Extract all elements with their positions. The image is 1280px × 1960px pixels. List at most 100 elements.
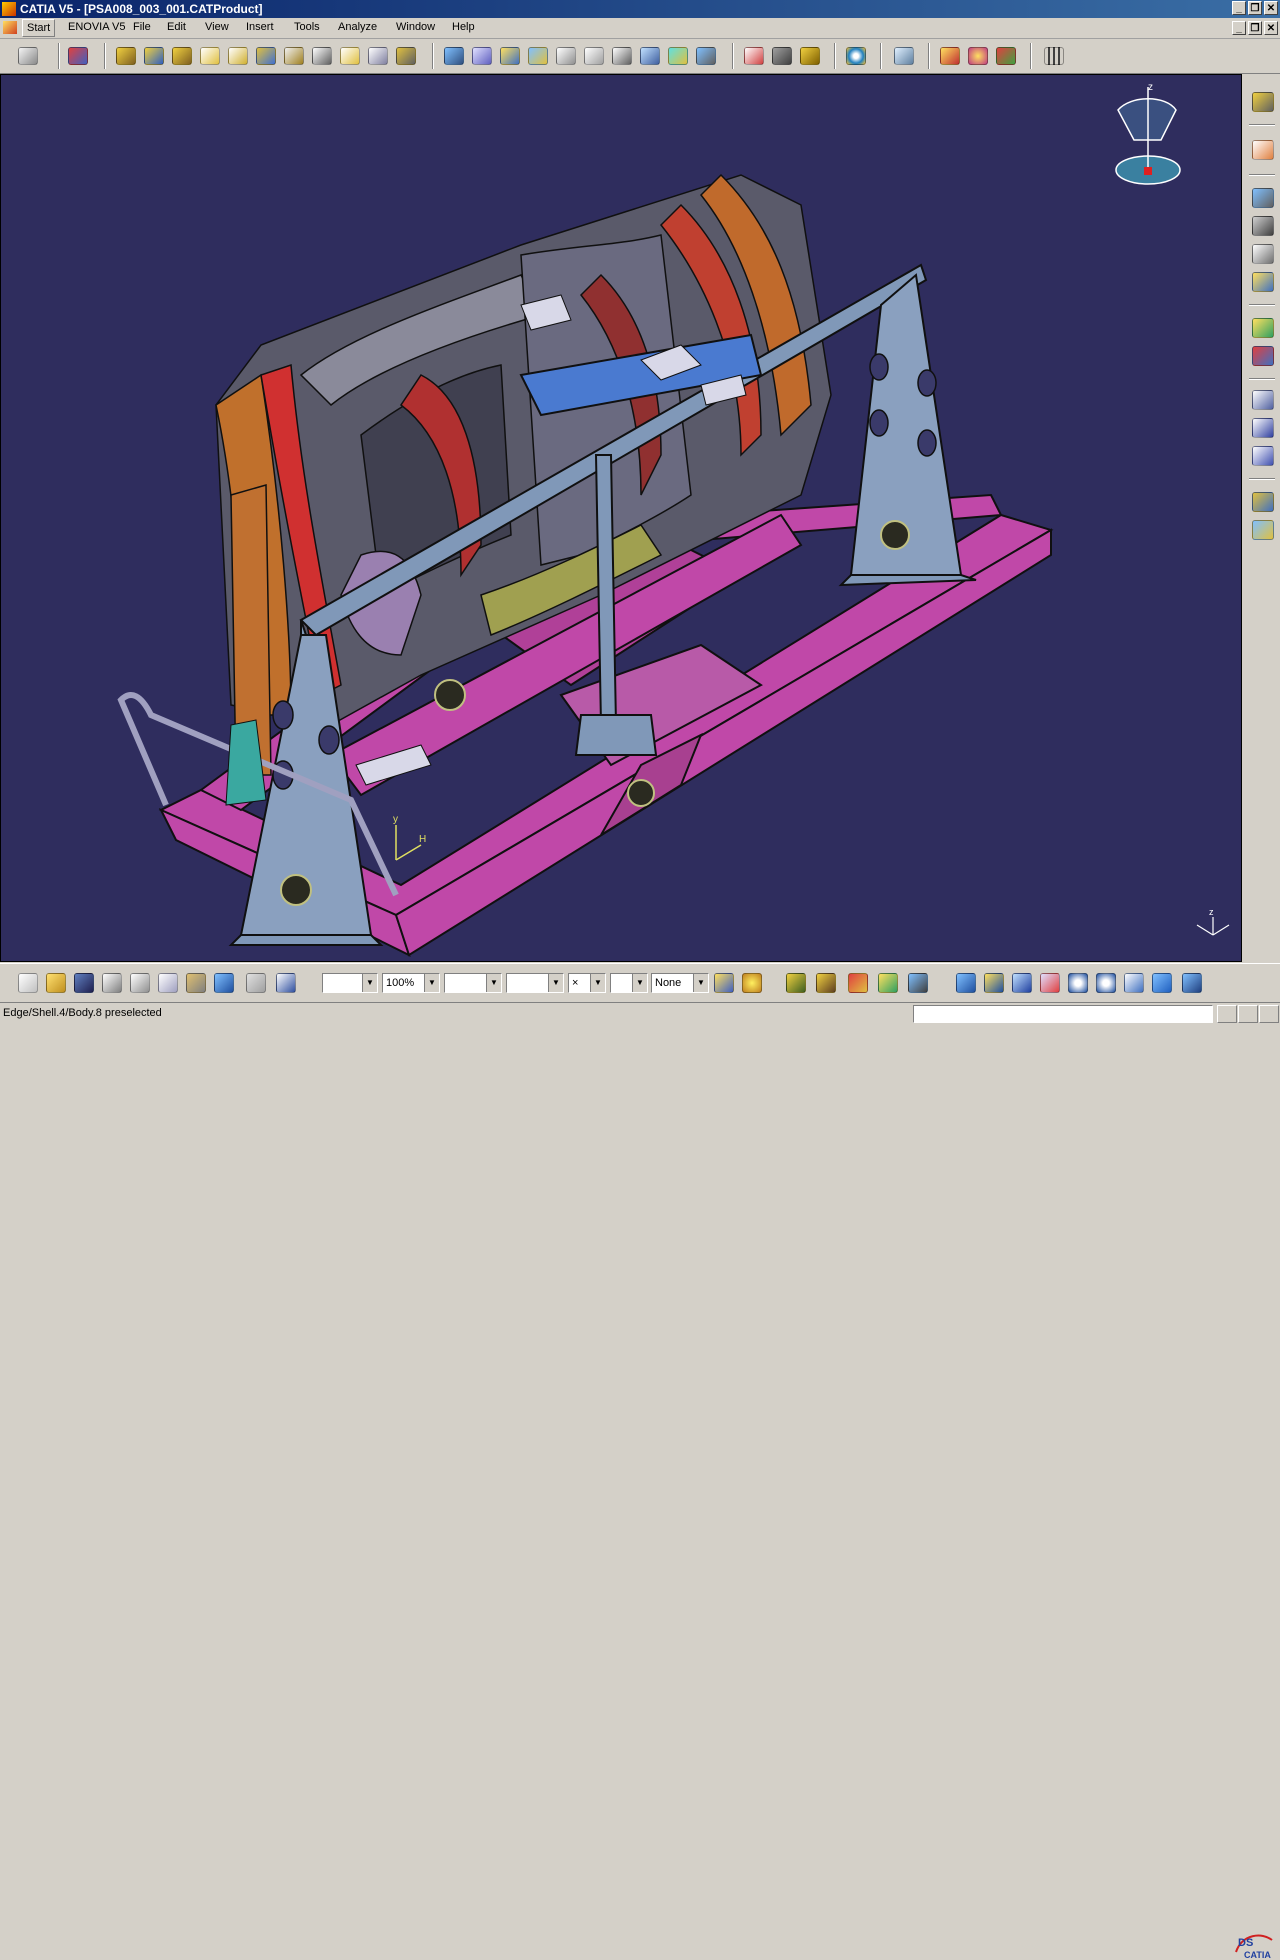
minimize-button[interactable]: _ bbox=[1232, 1, 1246, 15]
update-icon[interactable] bbox=[800, 47, 820, 65]
layer-combo[interactable]: None ▼ bbox=[651, 973, 709, 993]
document-icon[interactable] bbox=[3, 21, 17, 34]
linetype-combo[interactable]: ▼ bbox=[444, 973, 502, 993]
reconcile-icon[interactable] bbox=[368, 47, 388, 65]
whats-this-icon[interactable] bbox=[276, 973, 296, 993]
menu-analyze[interactable]: Analyze bbox=[338, 21, 377, 33]
power-input-field[interactable] bbox=[913, 1005, 1213, 1023]
gear-assembly-icon[interactable] bbox=[116, 47, 136, 65]
menu-insert[interactable]: Insert bbox=[246, 21, 274, 33]
angle-icon[interactable] bbox=[696, 47, 716, 65]
gear-update-icon[interactable] bbox=[786, 973, 806, 993]
print-icon[interactable] bbox=[102, 973, 122, 993]
copy-icon[interactable] bbox=[158, 973, 178, 993]
insert-component-icon[interactable] bbox=[200, 47, 220, 65]
cube-icon[interactable] bbox=[1252, 492, 1274, 512]
scene-icon[interactable] bbox=[894, 47, 914, 65]
zoom-in-icon[interactable] bbox=[1068, 973, 1088, 993]
product-icon[interactable] bbox=[1252, 188, 1274, 208]
clash-icon[interactable] bbox=[528, 47, 548, 65]
restore-button[interactable]: ❐ bbox=[1248, 1, 1262, 15]
gear-assembly-2-icon[interactable] bbox=[144, 47, 164, 65]
save-icon[interactable] bbox=[74, 973, 94, 993]
fly-icon[interactable] bbox=[956, 973, 976, 993]
status-button-1[interactable] bbox=[1217, 1005, 1237, 1023]
pan-icon[interactable] bbox=[1012, 973, 1032, 993]
fast-multi-instantiation-icon[interactable] bbox=[256, 47, 276, 65]
fix-together-icon[interactable] bbox=[772, 47, 792, 65]
redo-icon[interactable] bbox=[246, 973, 266, 993]
3d-scene[interactable]: z y H z bbox=[1, 75, 1242, 962]
zoom-out-icon[interactable] bbox=[1096, 973, 1116, 993]
manipulate-icon[interactable] bbox=[472, 47, 492, 65]
menu-start[interactable]: Start bbox=[22, 19, 56, 37]
existing-component-icon[interactable] bbox=[1252, 244, 1274, 264]
doc-restore-button[interactable]: ❐ bbox=[1248, 21, 1262, 35]
doc-minimize-button[interactable]: _ bbox=[1232, 21, 1246, 35]
grid-icon[interactable] bbox=[1044, 47, 1064, 65]
cube-2-icon[interactable] bbox=[1252, 520, 1274, 540]
3d-viewport[interactable]: z y H z bbox=[0, 74, 1242, 962]
paint-brush-icon[interactable] bbox=[714, 973, 734, 993]
coincidence-icon[interactable] bbox=[612, 47, 632, 65]
bill-of-material-icon[interactable] bbox=[340, 47, 360, 65]
material-icon[interactable] bbox=[996, 47, 1016, 65]
new-file-icon[interactable] bbox=[18, 973, 38, 993]
publication-icon[interactable] bbox=[968, 47, 988, 65]
bom-icon[interactable] bbox=[1252, 318, 1274, 338]
snap-icon[interactable] bbox=[444, 47, 464, 65]
gear-update-2-icon[interactable] bbox=[816, 973, 836, 993]
select-icon[interactable] bbox=[18, 47, 38, 65]
sectioning-icon[interactable] bbox=[584, 47, 604, 65]
gear-icon[interactable] bbox=[1252, 92, 1274, 112]
menu-view[interactable]: View bbox=[205, 21, 229, 33]
open-folder-icon[interactable] bbox=[46, 973, 66, 993]
manipulator-icon[interactable] bbox=[908, 973, 928, 993]
menu-file[interactable]: File bbox=[133, 21, 151, 33]
chevron-down-icon[interactable]: ▼ bbox=[590, 974, 605, 992]
explode-icon[interactable] bbox=[500, 47, 520, 65]
render-style-icon[interactable] bbox=[1182, 973, 1202, 993]
spiral-icon[interactable] bbox=[846, 47, 866, 65]
offset-icon[interactable] bbox=[668, 47, 688, 65]
abc-text-icon[interactable] bbox=[1252, 418, 1274, 438]
annotation-icon[interactable] bbox=[1252, 390, 1274, 410]
layer-icon-combo[interactable]: ▼ bbox=[610, 973, 648, 993]
component-icon[interactable] bbox=[1252, 216, 1274, 236]
menu-help[interactable]: Help bbox=[452, 21, 475, 33]
paste-icon[interactable] bbox=[186, 973, 206, 993]
numbering-icon[interactable] bbox=[312, 47, 332, 65]
arrow-select-icon[interactable] bbox=[1252, 140, 1274, 160]
flag-note-icon[interactable] bbox=[1252, 446, 1274, 466]
rotate-icon[interactable] bbox=[1040, 973, 1060, 993]
color-combo[interactable]: ▼ bbox=[322, 973, 378, 993]
status-button-3[interactable] bbox=[1259, 1005, 1279, 1023]
bulb-icon[interactable] bbox=[742, 973, 762, 993]
chevron-down-icon[interactable]: ▼ bbox=[486, 974, 501, 992]
product-tree-icon[interactable] bbox=[878, 973, 898, 993]
point-style-combo[interactable]: × ▼ bbox=[568, 973, 606, 993]
assembly-design-icon[interactable] bbox=[848, 973, 868, 993]
chevron-down-icon[interactable]: ▼ bbox=[362, 974, 377, 992]
enhanced-scene-icon[interactable] bbox=[940, 47, 960, 65]
positioning-icon[interactable] bbox=[1252, 272, 1274, 292]
menu-window[interactable]: Window bbox=[396, 21, 435, 33]
menu-tools[interactable]: Tools bbox=[294, 21, 320, 33]
reorder-icon[interactable] bbox=[284, 47, 304, 65]
menu-edit[interactable]: Edit bbox=[167, 21, 186, 33]
chevron-down-icon[interactable]: ▼ bbox=[424, 974, 439, 992]
contact-icon[interactable] bbox=[640, 47, 660, 65]
doc-close-button[interactable]: ✕ bbox=[1264, 21, 1278, 35]
catalog-icon[interactable] bbox=[68, 47, 88, 65]
close-button[interactable]: ✕ bbox=[1264, 1, 1278, 15]
chevron-down-icon[interactable]: ▼ bbox=[693, 974, 708, 992]
iso-view-icon[interactable] bbox=[1152, 973, 1172, 993]
chevron-down-icon[interactable]: ▼ bbox=[632, 974, 647, 992]
replace-component-icon[interactable] bbox=[228, 47, 248, 65]
chevron-down-icon[interactable]: ▼ bbox=[548, 974, 563, 992]
measure-icon[interactable] bbox=[556, 47, 576, 65]
transparency-combo[interactable]: 100% ▼ bbox=[382, 973, 440, 993]
gear-assembly-3-icon[interactable] bbox=[172, 47, 192, 65]
fix-icon[interactable] bbox=[744, 47, 764, 65]
status-button-2[interactable] bbox=[1238, 1005, 1258, 1023]
